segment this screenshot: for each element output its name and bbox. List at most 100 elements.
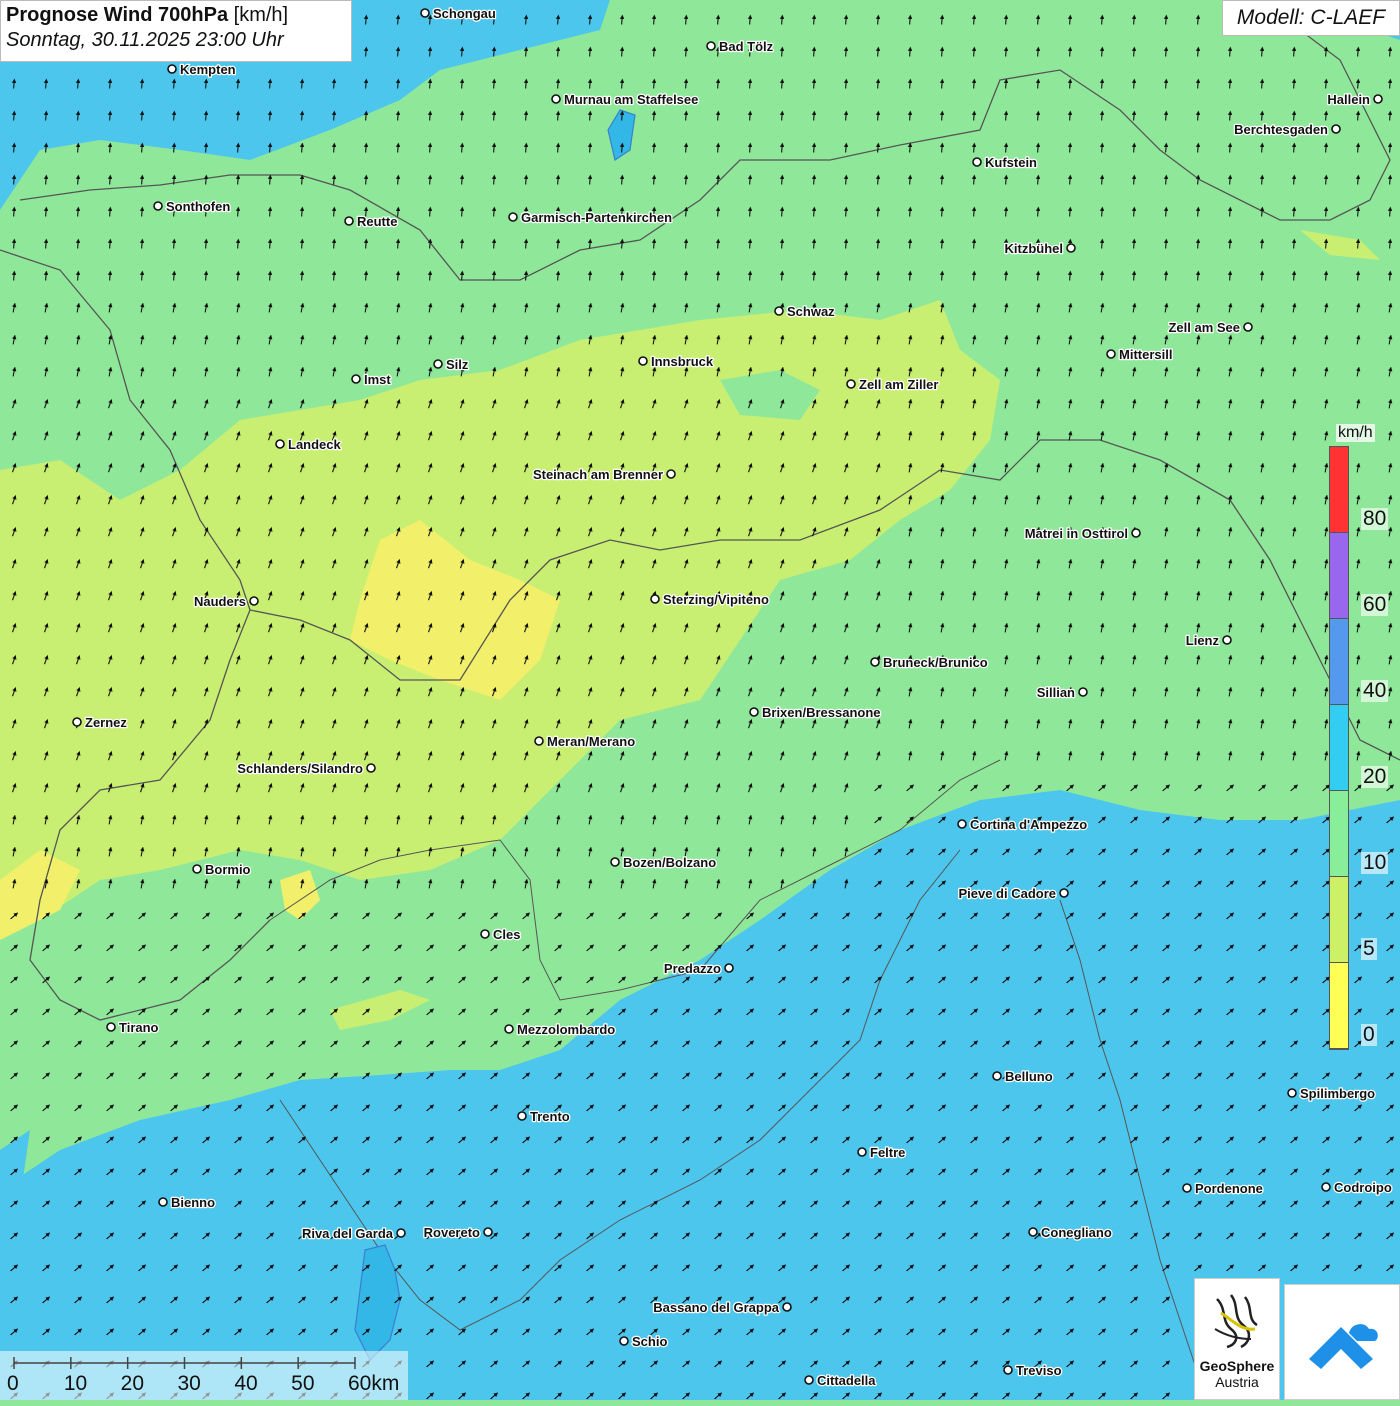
city-label: Bassano del Grappa [653, 1300, 779, 1315]
city-dot [804, 1375, 814, 1385]
city-dot [782, 1302, 792, 1312]
title-main: Prognose Wind 700hPa [6, 4, 229, 26]
city-label: Nauders [194, 594, 246, 609]
city-marker: Brixen/Bressanone [749, 704, 882, 721]
city-marker: Meran/Merano [534, 733, 636, 750]
city-marker: Matrei in Osttirol [1023, 525, 1141, 542]
geosphere-emblem-icon [1214, 1294, 1258, 1349]
city-label: Predazzo [664, 961, 721, 976]
city-label: Reutte [357, 214, 397, 229]
city-dot [1222, 635, 1232, 645]
city-dot [396, 1228, 406, 1238]
scale-label: 0 [7, 1372, 19, 1395]
city-dot [992, 1071, 1002, 1081]
city-dot [870, 657, 880, 667]
city-dot [846, 379, 856, 389]
legend-color-segment [1330, 533, 1348, 619]
scale-label: 40 [234, 1372, 258, 1395]
city-label: Steinach am Brenner [533, 467, 663, 482]
city-dot [167, 64, 177, 74]
legend-unit: km/h [1336, 424, 1375, 442]
city-label: Innsbruck [651, 354, 714, 369]
legend-tick-label: 80 [1361, 507, 1389, 530]
city-marker: Schongau [420, 5, 497, 22]
city-label: Matrei in Osttirol [1025, 526, 1128, 541]
city-dot [158, 1197, 168, 1207]
city-marker: Steinach am Brenner [532, 466, 676, 483]
legend-color-bar [1329, 446, 1349, 1050]
city-dot [666, 469, 676, 479]
city-dot [1059, 888, 1069, 898]
legend-color-segment [1330, 877, 1348, 963]
city-marker: Garmisch-Partenkirchen [508, 209, 673, 226]
city-dot [1131, 528, 1141, 538]
city-dot [534, 736, 544, 746]
cloud-arrow-icon [1309, 1324, 1378, 1369]
model-label: Modell: C-LAEF [1222, 0, 1400, 36]
weather-app-logo [1284, 1284, 1400, 1400]
city-label: Zell am See [1168, 320, 1240, 335]
city-marker: Schlanders/Silandro [236, 760, 376, 777]
city-dot [420, 8, 430, 18]
city-label: Lienz [1186, 633, 1220, 648]
city-label: Murnau am Staffelsee [564, 92, 698, 107]
city-label: Bormio [205, 862, 251, 877]
city-label: Schwaz [787, 304, 835, 319]
city-label: Schongau [433, 6, 496, 21]
scale-label: 30 [177, 1372, 201, 1395]
city-label: Conegliano [1041, 1225, 1112, 1240]
city-label: Mittersill [1119, 347, 1172, 362]
legend-color-segment [1330, 791, 1348, 877]
city-label: Sonthofen [166, 199, 230, 214]
city-marker: Mezzolombardo [504, 1021, 617, 1038]
city-label: Bozen/Bolzano [623, 855, 716, 870]
city-marker: Zell am See [1167, 319, 1253, 336]
city-marker: Bruneck/Brunico [870, 654, 989, 671]
geosphere-logo: GeoSphere Austria [1194, 1278, 1280, 1400]
legend-color-segment [1330, 619, 1348, 705]
city-dot [504, 1024, 514, 1034]
city-dot [1373, 94, 1383, 104]
city-label: Pieve di Cadore [958, 886, 1056, 901]
city-dot [249, 596, 259, 606]
city-dot [724, 963, 734, 973]
city-label: Berchtesgaden [1234, 122, 1328, 137]
city-dot [1066, 243, 1076, 253]
city-label: Sillian [1037, 685, 1075, 700]
city-dot [508, 212, 518, 222]
scale-bar: 0 10 20 30 40 50 60km [0, 1351, 408, 1400]
city-marker: Berchtesgaden [1233, 121, 1341, 138]
city-label: Sterzing/Vipiteno [663, 592, 769, 607]
city-dot [351, 374, 361, 384]
city-label: Kufstein [985, 155, 1037, 170]
city-dot [857, 1147, 867, 1157]
city-dot [366, 763, 376, 773]
city-dot [1106, 349, 1116, 359]
legend-tick-label: 40 [1361, 679, 1389, 702]
legend-tick-label: 10 [1361, 851, 1389, 874]
city-label: Mezzolombardo [517, 1022, 615, 1037]
geosphere-sub: Austria [1215, 1374, 1259, 1390]
city-dot [638, 356, 648, 366]
city-dot [749, 707, 759, 717]
city-dot [1287, 1088, 1297, 1098]
city-label: Feltre [870, 1145, 905, 1160]
city-marker: Pordenone [1182, 1180, 1264, 1197]
city-dot [1078, 687, 1088, 697]
city-label: Bienno [171, 1195, 215, 1210]
city-label: Imst [364, 372, 391, 387]
city-label: Zernez [85, 715, 127, 730]
city-label: Pordenone [1195, 1181, 1263, 1196]
city-marker: Sonthofen [153, 198, 232, 215]
legend-tick-label: 60 [1361, 593, 1389, 616]
city-label: Kempten [180, 62, 236, 77]
city-label: Treviso [1016, 1363, 1062, 1378]
legend-color-segment [1330, 963, 1348, 1049]
city-label: Rovereto [424, 1225, 480, 1240]
city-dot [275, 439, 285, 449]
city-dot [650, 594, 660, 604]
color-legend: km/h 80 60 40 20 10 5 0 [1328, 420, 1389, 1052]
city-marker: Bassano del Grappa [652, 1299, 792, 1316]
scale-label: 10 [63, 1372, 88, 1395]
scale-label: 20 [120, 1372, 145, 1395]
